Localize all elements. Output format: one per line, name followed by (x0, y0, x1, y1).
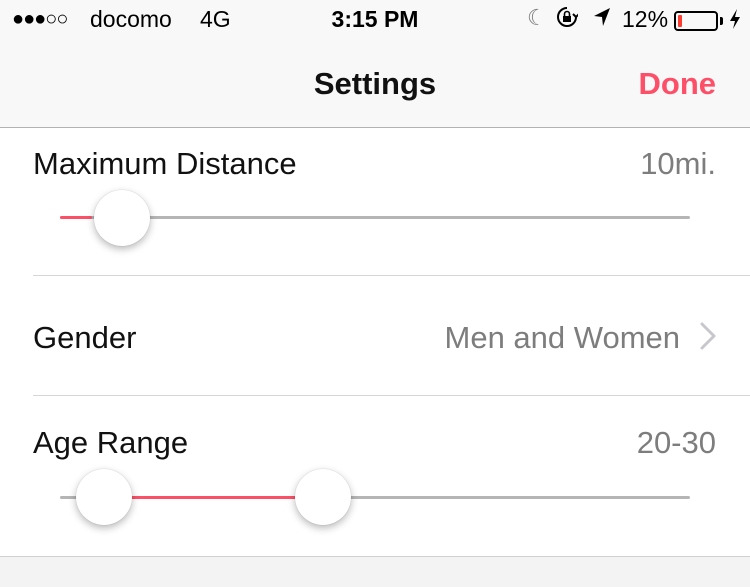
slider-thumb-min[interactable] (75, 469, 132, 525)
done-button[interactable]: Done (639, 66, 717, 102)
row-divider (33, 275, 750, 276)
age-range-label: Age Range (33, 425, 189, 460)
navigation-bar: Settings Done (0, 40, 750, 128)
moon-icon: ☾ (527, 5, 547, 30)
chevron-right-icon (700, 322, 716, 350)
rotation-lock-icon (557, 7, 578, 27)
slider-track-active (60, 216, 92, 219)
gender-value: Men and Women (444, 320, 681, 355)
max-distance-label: Maximum Distance (33, 146, 297, 181)
battery-percentage: 12% (622, 6, 669, 32)
row-divider (33, 395, 750, 396)
slider-track-active (103, 496, 324, 499)
status-bar: ●●●○○ docomo 4G 3:15 PM ☾ 12% (0, 0, 750, 40)
page-title: Settings (313, 66, 437, 101)
section-footer (0, 556, 750, 587)
slider-thumb-max[interactable] (295, 469, 352, 525)
location-arrow-icon (594, 8, 610, 26)
slider-thumb[interactable] (93, 190, 150, 246)
battery-fill (678, 15, 683, 27)
slider-track (60, 216, 690, 219)
age-range-value: 20-30 (636, 425, 716, 460)
gender-label: Gender (33, 320, 137, 355)
max-distance-value: 10mi. (640, 146, 716, 181)
charging-bolt-icon (730, 9, 740, 29)
battery-tip (720, 17, 723, 25)
battery-icon (674, 11, 718, 31)
